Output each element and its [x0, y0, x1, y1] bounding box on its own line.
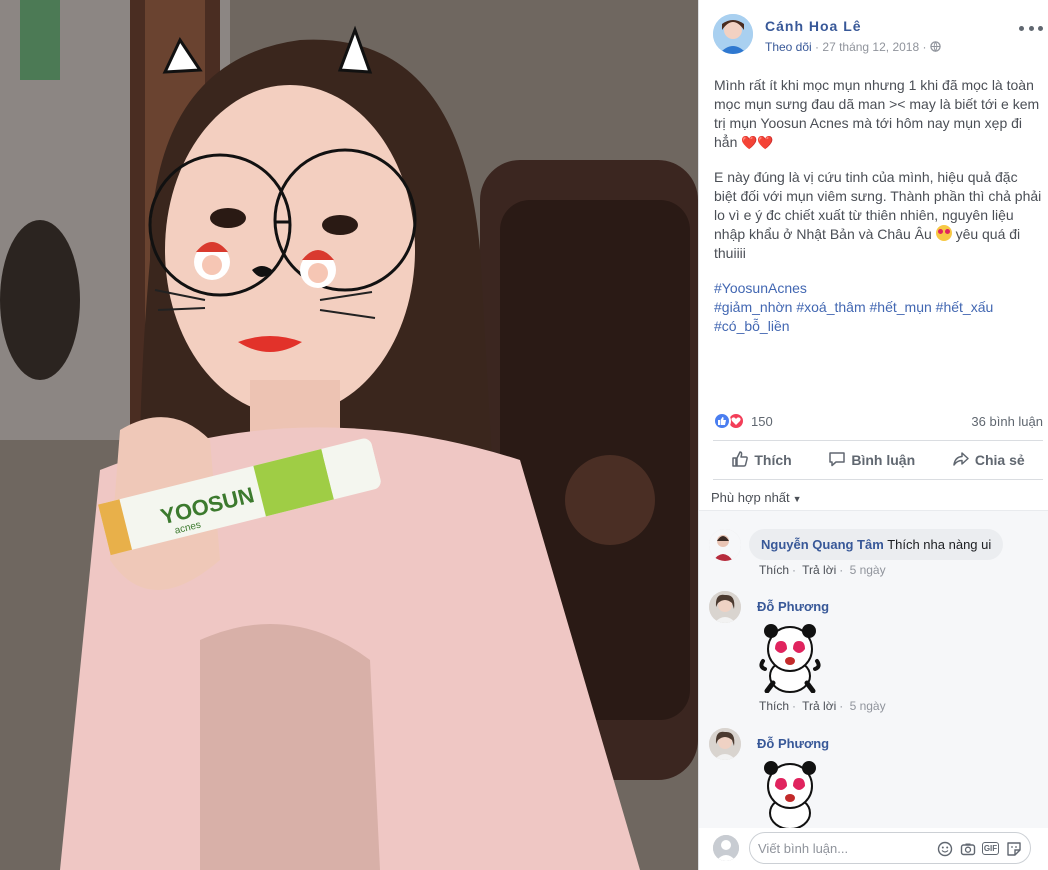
commenter-avatar[interactable]: [709, 728, 741, 760]
post-actions: Thích Bình luận Chia sẻ: [713, 440, 1043, 480]
comment-bubble: Nguyễn Quang Tâm Thích nha nàng ui: [749, 529, 1004, 560]
author-avatar[interactable]: [713, 14, 753, 54]
post-hashtags: #YoosunAcnes #giảm_nhờn #xoá_thâm #hết_m…: [714, 279, 1044, 336]
hashtag-link[interactable]: #có_bỗ_liền: [714, 317, 1044, 336]
reactions-bar: 150 36 bình luận: [713, 410, 1043, 432]
post-panel: Cánh Hoa Lê Theo dõi · 27 tháng 12, 2018…: [698, 0, 1048, 870]
meta-separator: ·: [815, 40, 820, 54]
dot-icon: [1028, 25, 1034, 31]
post-photo[interactable]: YOOSUN acnes: [0, 0, 698, 870]
thumbs-up-icon: [731, 450, 754, 471]
separator: ·: [922, 40, 927, 54]
panda-sticker: [759, 758, 821, 828]
like-reaction-icon[interactable]: [713, 412, 731, 430]
more-options-button[interactable]: [1019, 20, 1043, 36]
comment-actions: Thích · Trả lời · 5 ngày: [759, 699, 889, 713]
comment-actions: Thích · Trả lời · 5 ngày: [759, 563, 889, 577]
comment-input[interactable]: [758, 839, 938, 857]
comment-like-link[interactable]: Thích: [759, 563, 789, 577]
comment-time[interactable]: 5 ngày: [850, 563, 886, 577]
commenter-avatar[interactable]: [709, 529, 741, 561]
camera-icon[interactable]: [959, 840, 976, 857]
hashtag-link[interactable]: #giảm_nhờn #xoá_thâm #hết_mụn #hết_xấu: [714, 298, 1044, 317]
share-arrow-icon: [952, 450, 975, 471]
hashtag-link[interactable]: #YoosunAcnes: [714, 279, 1044, 298]
heart-emoji-icon: ❤️❤️: [741, 135, 774, 150]
sort-label: Phù hợp nhất: [711, 490, 790, 505]
reaction-count[interactable]: 150: [751, 414, 773, 429]
comment-reply-link[interactable]: Trả lời: [802, 563, 836, 577]
sticker-icon[interactable]: [1005, 840, 1022, 857]
like-button[interactable]: Thích: [731, 450, 792, 471]
photo-illustration: YOOSUN acnes: [0, 0, 698, 870]
post-text: Mình rất ít khi mọc mụn nhưng 1 khi đã m…: [714, 76, 1044, 352]
heart-eyes-emoji-icon: [935, 225, 952, 241]
follow-link[interactable]: Theo dõi: [765, 40, 812, 54]
dot-icon: [1019, 25, 1024, 31]
commenter-name[interactable]: Nguyễn Quang Tâm: [761, 537, 884, 552]
panda-sticker: [759, 621, 821, 698]
comments-list: Nguyễn Quang Tâm Thích nha nàng ui Thích…: [699, 510, 1048, 828]
commenter-name[interactable]: Đỗ Phương: [757, 599, 829, 614]
commenter-avatar[interactable]: [709, 591, 741, 623]
post-meta: Theo dõi · 27 tháng 12, 2018 ·: [765, 40, 941, 54]
emoji-icon[interactable]: [936, 840, 953, 857]
separator: ·: [792, 699, 797, 713]
comment-button[interactable]: Bình luận: [828, 450, 915, 471]
commenter-name[interactable]: Đỗ Phương: [757, 736, 829, 751]
separator: ·: [792, 563, 797, 577]
comment-sort-dropdown[interactable]: Phù hợp nhất ▼: [711, 490, 802, 505]
current-user-avatar: [713, 835, 739, 861]
comment-count[interactable]: 36 bình luận: [971, 414, 1043, 429]
comment-like-link[interactable]: Thích: [759, 699, 789, 713]
composer-icons: GIF: [936, 840, 1022, 857]
author-name[interactable]: Cánh Hoa Lê: [765, 18, 862, 34]
comment-time[interactable]: 5 ngày: [850, 699, 886, 713]
comment-reply-link[interactable]: Trả lời: [802, 699, 836, 713]
speech-bubble-icon: [828, 450, 851, 471]
like-label: Thích: [754, 452, 792, 468]
comment-composer: GIF: [749, 832, 1031, 864]
post-paragraph-2: E này đúng là vị cứu tinh của mình, hiệu…: [714, 169, 1042, 261]
separator: ·: [839, 699, 844, 713]
comment-text: Thích nha nàng ui: [887, 537, 992, 552]
post-header: Cánh Hoa Lê Theo dõi · 27 tháng 12, 2018…: [713, 14, 1043, 58]
comment-label: Bình luận: [851, 452, 916, 468]
dot-icon: [1038, 25, 1043, 31]
post-paragraph-1: Mình rất ít khi mọc mụn nhưng 1 khi đã m…: [714, 77, 1040, 150]
share-button[interactable]: Chia sẻ: [952, 450, 1025, 471]
post-date[interactable]: 27 tháng 12, 2018: [822, 40, 919, 54]
gif-button[interactable]: GIF: [982, 842, 999, 855]
share-label: Chia sẻ: [974, 452, 1025, 468]
separator: ·: [839, 563, 844, 577]
caret-down-icon: ▼: [792, 494, 802, 504]
globe-icon: [930, 40, 941, 54]
